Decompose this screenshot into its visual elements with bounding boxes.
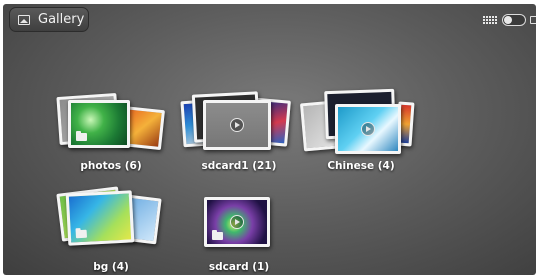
- album-sdcard[interactable]: sdcard (1): [179, 190, 299, 274]
- album-label: photos (6): [80, 160, 142, 172]
- album-label: Chinese (4): [327, 160, 395, 172]
- album-label: bg (4): [93, 261, 129, 273]
- gallery-icon: [18, 14, 30, 25]
- album-thumbnail-stack: [179, 90, 299, 152]
- app-title-button[interactable]: Gallery: [9, 7, 89, 32]
- photo-thumbnail: [204, 197, 270, 247]
- photo-thumbnail: [203, 100, 271, 150]
- app-title: Gallery: [38, 12, 85, 27]
- album-thumbnail-stack: [299, 88, 421, 154]
- view-toggle[interactable]: [502, 14, 526, 26]
- album-bg[interactable]: bg (4): [51, 184, 171, 274]
- grid-view-icon[interactable]: [483, 16, 497, 24]
- album-photos[interactable]: photos (6): [51, 90, 171, 180]
- play-icon: [230, 215, 244, 229]
- album-sdcard1[interactable]: sdcard1 (21): [179, 90, 299, 180]
- album-thumbnail-stack: [51, 90, 171, 152]
- play-icon: [361, 122, 375, 136]
- album-label: sdcard (1): [208, 261, 270, 273]
- album-label: sdcard1 (21): [201, 160, 277, 172]
- album-thumbnail-stack: [51, 184, 171, 246]
- folder-icon: [76, 131, 87, 141]
- album-thumbnail-stack: [179, 190, 299, 252]
- folder-icon: [212, 230, 223, 240]
- photo-thumbnail: [335, 104, 401, 154]
- folder-icon: [75, 229, 88, 239]
- photo-thumbnail: [68, 100, 130, 148]
- album-chinese[interactable]: Chinese (4): [299, 88, 421, 180]
- photo-thumbnail: [65, 190, 135, 246]
- gallery-screen: Gallery photos (6) sdcard1 (21) Chinese …: [3, 4, 536, 275]
- slideshow-icon[interactable]: [530, 16, 536, 24]
- play-icon: [230, 118, 244, 132]
